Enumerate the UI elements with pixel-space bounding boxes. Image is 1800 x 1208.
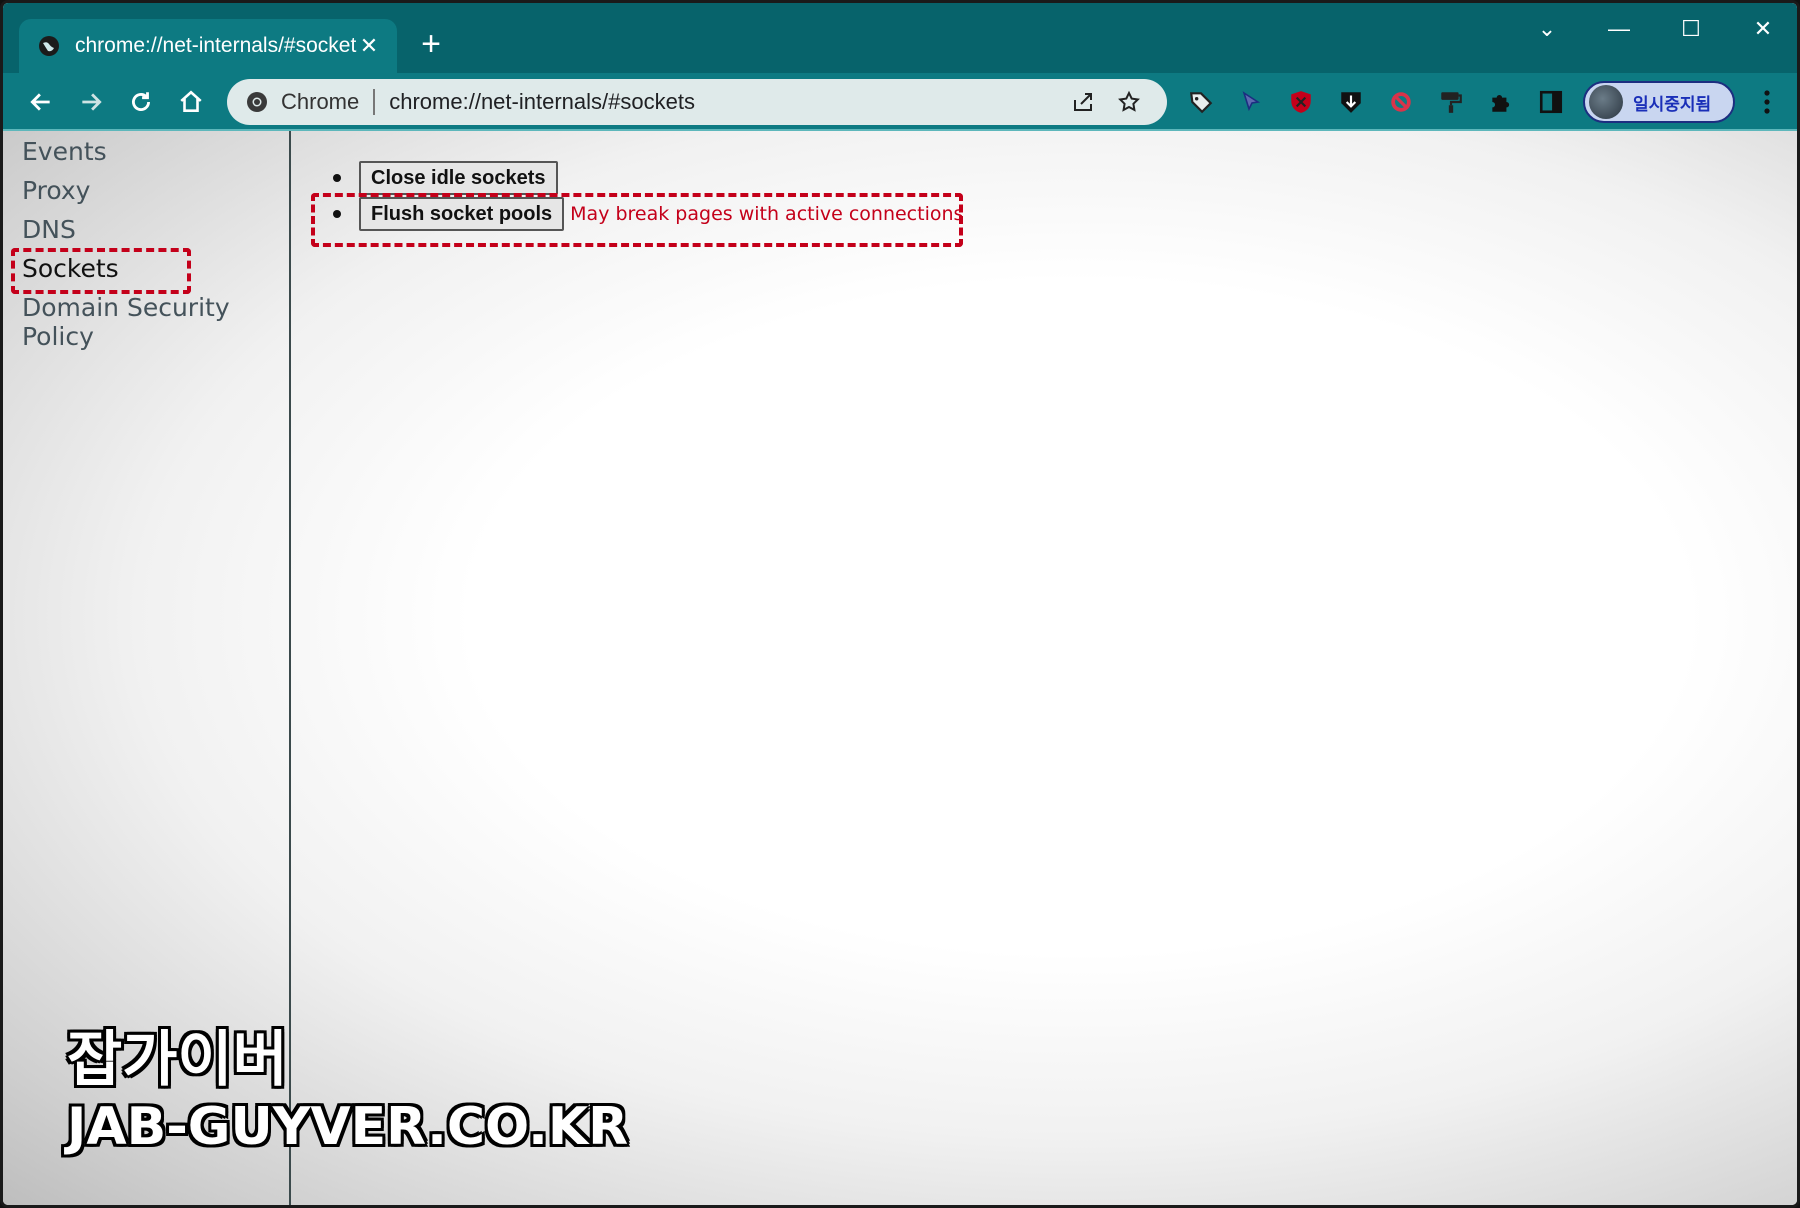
chrome-menu-button[interactable]: [1755, 85, 1779, 119]
close-idle-sockets-button[interactable]: Close idle sockets: [359, 161, 558, 195]
arrow-right-icon: [82, 93, 102, 111]
omnibox[interactable]: Chrome chrome://net-internals/#sockets: [227, 79, 1167, 125]
chrome-logo-icon: [247, 92, 267, 112]
watermark-korean: 잡가이버: [67, 1025, 288, 1095]
puzzle-icon: [1492, 94, 1510, 112]
extension-cursor-button[interactable]: [1235, 86, 1267, 118]
tab-net-internals[interactable]: chrome://net-internals/#sockets ✕: [19, 19, 397, 73]
side-panel-icon: [1539, 90, 1563, 114]
star-icon: [1118, 90, 1140, 112]
extension-paint-button[interactable]: [1435, 86, 1467, 118]
back-button[interactable]: [21, 82, 61, 122]
sidebar-item-domain-security-policy[interactable]: Domain Security Policy: [22, 293, 289, 351]
cursor-icon: [1242, 91, 1261, 112]
window-close-button[interactable]: ✕: [1743, 13, 1783, 45]
reload-icon: [132, 92, 150, 111]
toolbar: Chrome chrome://net-internals/#sockets 일…: [3, 73, 1797, 131]
block-icon: [1391, 92, 1411, 112]
arrow-left-icon: [30, 93, 50, 111]
paint-roller-icon: [1441, 92, 1462, 113]
tag-icon: [1190, 92, 1213, 114]
extension-shield-button[interactable]: [1285, 86, 1317, 118]
sidebar-item-dns[interactable]: DNS: [22, 215, 76, 244]
globe-icon: [39, 36, 59, 56]
browser-window: chrome://net-internals/#sockets ✕ + ⌄ — …: [0, 0, 1800, 1208]
more-vertical-icon: [1764, 90, 1770, 114]
extension-download-button[interactable]: [1335, 86, 1367, 118]
home-icon: [180, 90, 202, 112]
new-tab-button[interactable]: +: [413, 27, 449, 63]
site-chip-label: Chrome: [281, 89, 360, 114]
flush-highlight-box: [311, 193, 963, 247]
list-item-close-idle: Close idle sockets: [333, 161, 558, 195]
extensions-button[interactable]: [1485, 86, 1517, 118]
home-button[interactable]: [171, 82, 211, 122]
reload-button[interactable]: [121, 82, 161, 122]
url-text[interactable]: chrome://net-internals/#sockets: [389, 89, 1057, 115]
sidebar-item-proxy[interactable]: Proxy: [22, 176, 90, 205]
sidebar-item-events[interactable]: Events: [22, 137, 107, 166]
shield-icon: [1291, 91, 1311, 113]
avatar: [1589, 85, 1623, 119]
bookmark-button[interactable]: [1109, 82, 1149, 122]
tab-strip: chrome://net-internals/#sockets ✕ + ⌄ — …: [3, 3, 1797, 73]
share-icon: [1074, 93, 1092, 111]
share-button[interactable]: [1063, 82, 1103, 122]
forward-button[interactable]: [71, 82, 111, 122]
minimize-button[interactable]: —: [1599, 13, 1639, 45]
tab-title: chrome://net-internals/#sockets: [75, 34, 357, 57]
omnibox-divider: [373, 89, 376, 115]
profile-button[interactable]: 일시중지됨: [1583, 81, 1735, 123]
sockets-highlight-box: [11, 248, 191, 294]
tab-search-dropdown-icon[interactable]: ⌄: [1527, 13, 1567, 45]
maximize-button[interactable]: ☐: [1671, 13, 1711, 45]
profile-status-label: 일시중지됨: [1633, 94, 1712, 115]
side-panel-button[interactable]: [1535, 86, 1567, 118]
download-icon: [1341, 92, 1361, 113]
tab-close-icon[interactable]: ✕: [357, 33, 381, 59]
watermark-site: JAB-GUYVER.CO.KR: [67, 1097, 629, 1157]
page-content: Events Proxy DNS Sockets Domain Security…: [3, 131, 1797, 1205]
extension-tag-button[interactable]: [1185, 86, 1217, 118]
list-bullet: [333, 174, 341, 182]
extension-block-button[interactable]: [1385, 86, 1417, 118]
